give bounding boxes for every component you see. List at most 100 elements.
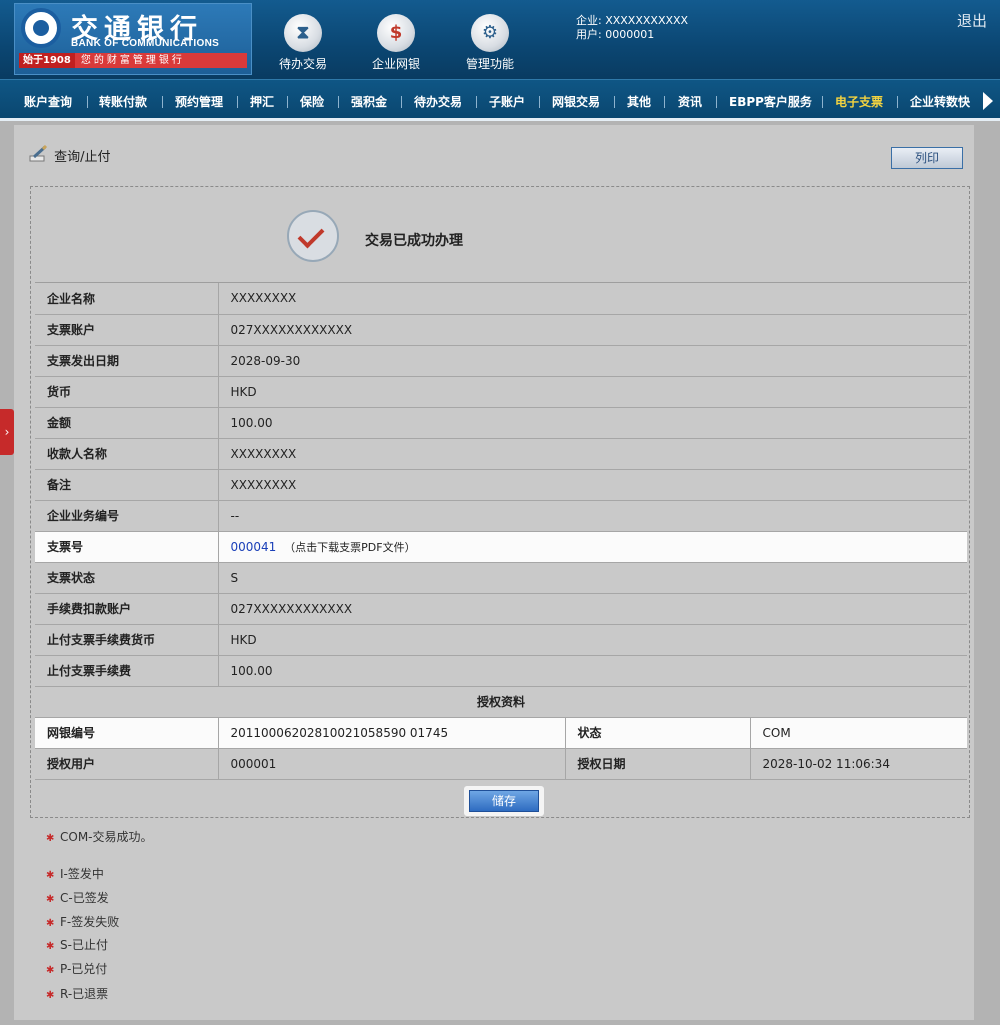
nav-item-sub-account[interactable]: 子账户 — [489, 93, 525, 110]
list-item: ✱ R-已退票 — [46, 987, 109, 1001]
auth-label: 授权用户 — [35, 748, 219, 780]
detail-label: 企业业务编号 — [35, 500, 219, 532]
nav-item-transfer[interactable]: 转账付款 — [99, 93, 147, 110]
detail-label: 止付支票手续费货币 — [35, 624, 219, 656]
logo-since: 始于1908 — [19, 53, 75, 68]
detail-value: HKD — [218, 376, 968, 408]
auth-value: 000001 — [218, 748, 566, 780]
nav-scroll-right-icon[interactable] — [983, 92, 993, 110]
logout-button[interactable]: 退出 — [957, 10, 987, 31]
nav-item-ebpp[interactable]: EBPP客户服务 — [729, 93, 812, 110]
gears-icon: ⚙ — [471, 14, 509, 52]
nav-item-pending[interactable]: 待办交易 — [414, 93, 462, 110]
asterisk-icon: ✱ — [46, 894, 55, 905]
table-row: 止付支票手续费 100.00 — [35, 655, 968, 687]
nav-item-mpf[interactable]: 强积金 — [351, 93, 387, 110]
detail-label: 企业名称 — [35, 283, 219, 315]
bank-logo[interactable]: 交通银行 BANK OF COMMUNICATIONS 始于1908 您的财富管理… — [14, 3, 252, 75]
nav-item-e-cheque[interactable]: 电子支票 — [835, 93, 883, 110]
cheque-pdf-note: （点击下载支票PDF文件） — [284, 540, 416, 554]
asterisk-icon: ✱ — [46, 833, 55, 844]
save-button-wrap: 储存 — [464, 786, 544, 816]
cheque-pdf-link[interactable]: 000041 — [231, 540, 277, 554]
nav-item-news[interactable]: 资讯 — [678, 93, 702, 110]
detail-label: 金额 — [35, 407, 219, 439]
table-row: 货币 HKD — [35, 376, 968, 408]
table-row: 支票状态 S — [35, 562, 968, 594]
detail-label: 收款人名称 — [35, 438, 219, 470]
table-row: 备注 XXXXXXXX — [35, 469, 968, 501]
checkmark-icon — [287, 210, 339, 262]
detail-value: 2028-09-30 — [218, 345, 968, 377]
side-panel-toggle[interactable]: › — [0, 409, 14, 455]
logo-slogan: 始于1908 您的财富管理银行 — [19, 53, 247, 68]
enterprise-ebank-label: 企业网银 — [371, 57, 420, 71]
table-row: 支票发出日期 2028-09-30 — [35, 345, 968, 377]
list-item: ✱ P-已兑付 — [46, 962, 108, 976]
print-button[interactable]: 列印 — [891, 147, 963, 169]
table-row: 收款人名称 XXXXXXXX — [35, 438, 968, 470]
detail-label: 止付支票手续费 — [35, 655, 219, 687]
detail-value: -- — [218, 500, 968, 532]
success-message: 交易已成功办理 — [365, 233, 463, 249]
nav-item-insurance[interactable]: 保险 — [300, 93, 324, 110]
table-row: 企业名称 XXXXXXXX — [35, 283, 968, 315]
table-row: 止付支票手续费货币 HKD — [35, 624, 968, 656]
table-row-cheque-number: 支票号 000041 （点击下载支票PDF文件） — [35, 531, 968, 563]
nav-item-ebank-transactions[interactable]: 网银交易 — [552, 93, 600, 110]
detail-value: 000041 （点击下载支票PDF文件） — [218, 531, 968, 563]
auth-value: 2028-10-02 11:06:34 — [750, 748, 968, 780]
management-button[interactable]: ⚙ 管理功能 — [450, 14, 530, 72]
detail-value: XXXXXXXX — [218, 283, 968, 315]
enterprise-ebank-button[interactable]: $ 企业网银 — [356, 14, 436, 72]
pending-transactions-button[interactable]: ⧗ 待办交易 — [263, 14, 343, 72]
table-row-auth: 网银编号 20110006202810021058590 01745 状态 CO… — [35, 717, 968, 749]
detail-value: S — [218, 562, 968, 594]
user-info: 企业: XXXXXXXXXXX 用户: 0000001 — [576, 14, 688, 42]
hourglass-icon: ⧗ — [284, 14, 322, 52]
detail-label: 手续费扣款账户 — [35, 593, 219, 625]
save-button[interactable]: 储存 — [469, 790, 539, 812]
list-item: ✱ S-已止付 — [46, 938, 108, 952]
auth-value: 20110006202810021058590 01745 — [218, 717, 566, 749]
nav-item-scheduled[interactable]: 预约管理 — [175, 93, 223, 110]
table-row: 支票账户 027XXXXXXXXXXXX — [35, 314, 968, 346]
list-item: ✱ C-已签发 — [46, 891, 109, 905]
bank-emblem-icon — [21, 8, 61, 48]
detail-label: 支票状态 — [35, 562, 219, 594]
asterisk-icon: ✱ — [46, 918, 55, 929]
page-title: 查询/止付 — [28, 144, 111, 165]
nav-item-account-inquiry[interactable]: 账户查询 — [24, 93, 72, 110]
main-nav: 账户查询 转账付款 预约管理 押汇 保险 强积金 待办交易 子账户 网银交易 其… — [0, 79, 1000, 121]
user-id: 用户: 0000001 — [576, 28, 655, 41]
table-row-section: 授权资料 — [35, 686, 968, 718]
detail-value: 100.00 — [218, 655, 968, 687]
asterisk-icon: ✱ — [46, 990, 55, 1001]
detail-value: HKD — [218, 624, 968, 656]
detail-label: 备注 — [35, 469, 219, 501]
detail-value: 027XXXXXXXXXXXX — [218, 314, 968, 346]
logo-english-name: BANK OF COMMUNICATIONS — [71, 38, 220, 49]
detail-value: 100.00 — [218, 407, 968, 439]
auth-value: COM — [750, 717, 968, 749]
enterprise-name: 企业: XXXXXXXXXXX — [576, 14, 689, 27]
detail-label: 货币 — [35, 376, 219, 408]
asterisk-icon: ✱ — [46, 941, 55, 952]
detail-label: 支票发出日期 — [35, 345, 219, 377]
table-row: 手续费扣款账户 027XXXXXXXXXXXX — [35, 593, 968, 625]
detail-value: XXXXXXXX — [218, 438, 968, 470]
auth-label: 状态 — [565, 717, 751, 749]
management-label: 管理功能 — [465, 57, 514, 71]
success-banner: 交易已成功办理 — [35, 190, 967, 283]
list-item: ✱ F-签发失败 — [46, 915, 120, 929]
list-item: ✱ COM-交易成功。 — [46, 830, 153, 844]
auth-label: 网银编号 — [35, 717, 219, 749]
list-item: ✱ I-签发中 — [46, 867, 104, 881]
detail-value: XXXXXXXX — [218, 469, 968, 501]
pen-icon — [28, 144, 50, 163]
nav-item-others[interactable]: 其他 — [627, 93, 651, 110]
header: 交通银行 BANK OF COMMUNICATIONS 始于1908 您的财富管理… — [0, 0, 1000, 79]
auth-section-title: 授权资料 — [35, 686, 968, 718]
nav-item-fps[interactable]: 企业转数快 — [910, 93, 970, 110]
nav-item-bills[interactable]: 押汇 — [250, 93, 274, 110]
